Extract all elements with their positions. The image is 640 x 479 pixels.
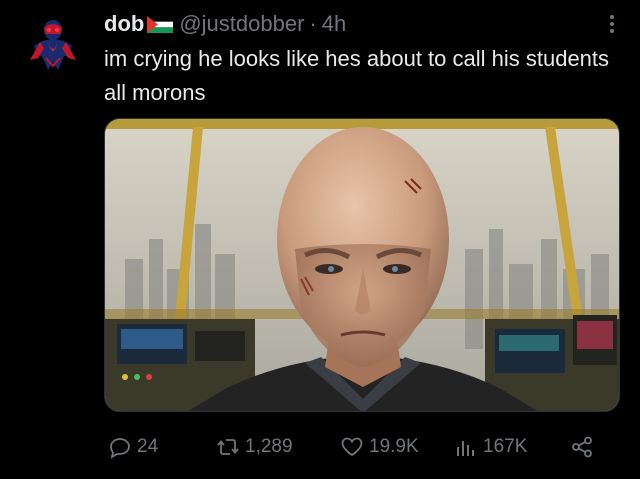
retweet-button[interactable]: 1,289 [216, 432, 293, 462]
reply-button[interactable]: 24 [108, 432, 158, 462]
separator-dot: · [309, 11, 317, 36]
tweet[interactable]: dob @justdobber · 4h im crying he looks … [0, 0, 640, 479]
like-count: 19.9K [369, 436, 419, 457]
avatar[interactable] [22, 12, 84, 74]
share-icon [572, 436, 592, 458]
retweet-count: 1,289 [245, 436, 293, 457]
tweet-media-image[interactable] [104, 118, 620, 412]
palestine-flag-icon [147, 15, 174, 33]
view-count: 167K [483, 436, 528, 457]
views-button[interactable]: 167K [454, 432, 527, 462]
tweet-actions: 24 1,289 19.9K 167K [104, 432, 604, 462]
share-button[interactable] [570, 432, 594, 462]
like-button[interactable]: 19.9K [340, 432, 419, 462]
timestamp[interactable]: 4h [322, 10, 346, 38]
photo-image [105, 119, 619, 411]
reply-icon [110, 438, 130, 459]
spiderman-avatar-icon [22, 12, 84, 74]
heart-icon [341, 437, 363, 457]
retweet-icon [217, 439, 239, 455]
user-handle[interactable]: @justdobber [179, 10, 304, 38]
analytics-icon [457, 441, 474, 456]
tweet-text: im crying he looks like hes about to cal… [104, 46, 610, 105]
reply-count: 24 [137, 436, 159, 457]
display-name[interactable]: dob [104, 10, 144, 38]
more-options-icon[interactable] [600, 12, 624, 36]
tweet-header: dob @justdobber · 4h [104, 10, 346, 38]
